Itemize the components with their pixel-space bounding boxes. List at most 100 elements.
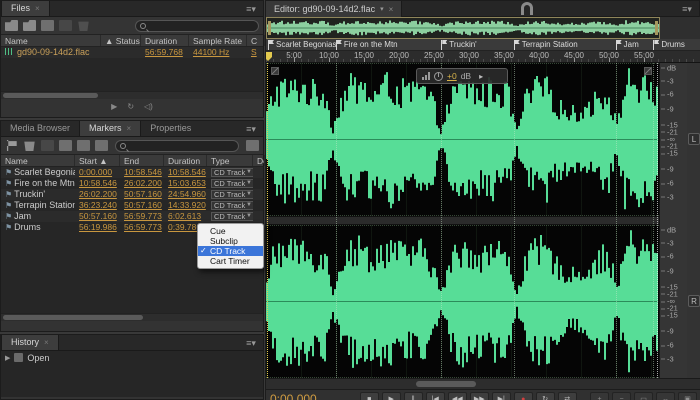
marker-start[interactable]: 26:02.200 [75, 189, 120, 200]
delete-marker-icon[interactable] [24, 141, 35, 151]
skip-selection-button[interactable]: ⇄ [557, 392, 577, 400]
files-search[interactable] [135, 19, 259, 32]
tab-markers[interactable]: Markers × [79, 121, 142, 136]
zoom-out-button[interactable]: − [612, 392, 631, 400]
rewind-button[interactable]: ◀◀ [447, 392, 467, 400]
play-button[interactable]: ▶ [381, 392, 401, 400]
column-header-c[interactable]: C [247, 35, 265, 46]
close-icon[interactable]: × [35, 4, 40, 13]
markers-search-input[interactable] [129, 141, 234, 150]
zoom-navigator[interactable] [266, 17, 700, 39]
gain-knob-icon[interactable] [434, 71, 443, 81]
timeline-marker-fire-on-the-mtn[interactable]: Fire on the Mtn [335, 40, 398, 50]
timeline-marker-drums[interactable]: Drums [653, 40, 685, 50]
db-scale[interactable]: dB -3 -6 -9 -15 -21 -∞ -21 -15 -9 -6 -3 dB -3 -6 -9 -15… [659, 63, 687, 378]
history-item-open[interactable]: ▶ Open [1, 351, 263, 364]
close-icon[interactable]: × [44, 338, 49, 347]
right-channel-badge[interactable]: R [688, 295, 700, 307]
column-header-sample-rate[interactable]: Sample Rate [189, 35, 247, 46]
zoom-navigator-range[interactable] [266, 17, 660, 39]
playhead-handle[interactable] [266, 52, 272, 61]
marker-row[interactable]: ⚑ Truckin' 26:02.200 50:57.160 24:54.960 CD T… [1, 189, 263, 200]
column-header-name[interactable]: Name [1, 35, 101, 46]
marker-type-dropdown[interactable]: CD Track▼ [211, 212, 253, 221]
drag-handle-icon[interactable]: ▸ [479, 72, 483, 81]
column-header-end[interactable]: End [120, 155, 164, 166]
waveform-channel-right[interactable] [266, 225, 659, 378]
burn-cd-icon[interactable] [95, 140, 108, 151]
twirl-icon[interactable]: ▶ [5, 354, 10, 362]
markers-search[interactable] [115, 139, 239, 152]
panel-menu-icon[interactable]: ≡▾ [243, 338, 259, 348]
zoom-selection-button[interactable]: ▭ [634, 392, 653, 400]
marker-start[interactable]: 10:58.546 [75, 178, 120, 189]
chevron-down-icon[interactable]: ▾ [380, 5, 384, 13]
autoplay-icon[interactable]: ◁) [144, 102, 153, 111]
panel-menu-icon[interactable]: ≡▾ [243, 4, 259, 14]
open-file-icon[interactable] [5, 20, 18, 31]
timeline-marker-scarlet-begonias[interactable]: Scarlet Begonias [268, 40, 336, 50]
table-row[interactable]: gd90-09-14d2.flac 56:59.768 44100 Hz S [1, 47, 263, 58]
loop-preview-icon[interactable]: ↻ [127, 102, 134, 111]
filter-icon[interactable] [246, 140, 259, 151]
marker-type-dropdown[interactable]: CD Track▼ [211, 190, 253, 199]
stop-button[interactable]: ■ [359, 392, 379, 400]
files-search-input[interactable] [149, 21, 254, 30]
gain-value[interactable]: +0 [447, 71, 457, 81]
marker-end[interactable]: 56:59.773 [120, 222, 164, 233]
waveform-channel-left[interactable] [266, 63, 659, 216]
timeline-marker-jam[interactable]: Jam [615, 40, 639, 50]
marker-end[interactable]: 10:58.546 [120, 167, 164, 178]
go-to-start-button[interactable]: |◀ [425, 392, 445, 400]
range-handle-left[interactable] [268, 21, 271, 35]
marker-start[interactable]: 36:23.240 [75, 200, 120, 211]
column-header-name[interactable]: Name [1, 155, 75, 166]
marker-end[interactable]: 50:57.160 [120, 200, 164, 211]
snap-magnet-icon[interactable] [521, 2, 533, 15]
column-header-type[interactable]: Type [207, 155, 253, 166]
gain-hud[interactable]: +0 dB ▸ [416, 68, 508, 84]
column-header-start[interactable]: Start ▲ [75, 155, 120, 166]
tab-editor[interactable]: Editor: gd90-09-14d2.flac ▾ × [266, 1, 403, 17]
marker-bar[interactable]: Scarlet Begonias Fire on the Mtn Truckin' T… [266, 39, 700, 51]
channel-divider[interactable] [266, 216, 659, 225]
new-media-icon[interactable] [41, 20, 54, 31]
tab-properties[interactable]: Properties [141, 121, 200, 136]
marker-type-dropdown[interactable]: CD Track▼ [211, 179, 253, 188]
loop-button[interactable]: ↻ [535, 392, 555, 400]
marker-start[interactable]: 50:57.160 [75, 211, 120, 222]
playhead-line[interactable] [267, 63, 268, 378]
marker-row[interactable]: ⚑ Fire on the Mtn 10:58.546 26:02.200 15:03.… [1, 178, 263, 189]
time-display[interactable]: 0:00.000 [270, 392, 317, 400]
marker-type-dropdown[interactable]: CD Track▼ [211, 201, 253, 210]
tab-history[interactable]: History × [1, 335, 59, 350]
zoom-full-button[interactable]: ↔ [656, 392, 675, 400]
markers-hscrollbar[interactable] [1, 313, 263, 321]
timeline-marker-truckin-[interactable]: Truckin' [441, 40, 477, 50]
panel-menu-icon[interactable]: ≡▾ [679, 4, 695, 14]
pause-button[interactable]: ‖ [403, 392, 423, 400]
marker-row[interactable]: ⚑ Jam 50:57.160 56:59.773 6:02.613 CD Track ▼ [1, 211, 263, 222]
marker-type-dropdown[interactable]: CD Track▼ [211, 168, 253, 177]
menu-item-subclip[interactable]: Subclip [198, 236, 263, 246]
timeline-ruler[interactable]: 5:00 10:00 15:00 20:00 25:00 30:00 35:00 40:00 4… [266, 51, 700, 63]
menu-item-cd-track[interactable]: ✓ CD Track [198, 246, 263, 256]
marker-row[interactable]: ⚑Scarlet Begonias0:00.00010:58.54610:58.… [1, 167, 263, 178]
record-button[interactable]: ● [513, 392, 533, 400]
marker-row[interactable]: ⚑ Terrapin Station 36:23.240 50:57.160 14:33… [1, 200, 263, 211]
close-icon[interactable]: × [389, 5, 394, 14]
insert-into-playlist-icon[interactable] [59, 140, 72, 151]
marker-end[interactable]: 26:02.200 [120, 178, 164, 189]
markers-table-header[interactable]: NameStart ▲EndDurationTypeDe [1, 155, 265, 167]
range-handle-right[interactable] [655, 21, 658, 35]
panel-menu-icon[interactable]: ≡▾ [243, 124, 259, 134]
marker-start[interactable]: 0:00.000 [75, 167, 120, 178]
preview-play-icon[interactable]: ▶ [111, 102, 117, 111]
marker-end[interactable]: 50:57.160 [120, 189, 164, 200]
tab-files[interactable]: Files × [1, 1, 50, 16]
zoom-reset-button[interactable]: ▣ [678, 392, 697, 400]
marker-start[interactable]: 56:19.986 [75, 222, 120, 233]
export-markers-icon[interactable] [77, 140, 90, 151]
waveform-hscrollbar[interactable] [266, 378, 700, 389]
files-hscrollbar[interactable] [1, 91, 263, 99]
